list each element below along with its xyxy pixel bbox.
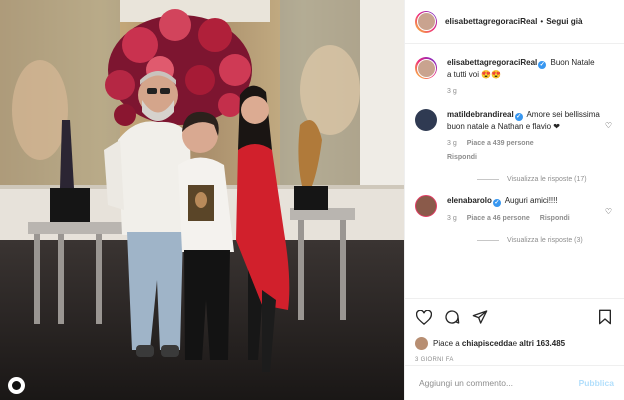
likes-others-count[interactable]: altri 163.485 xyxy=(519,339,565,348)
post-header: elisabettagregoraciReal • Segui già xyxy=(405,0,624,44)
following-button[interactable]: Segui già xyxy=(546,17,582,26)
post-photo[interactable] xyxy=(0,0,404,400)
comment-item: matildebrandireal ✓ Amore sei bellissima … xyxy=(405,97,624,163)
photo-scene xyxy=(0,0,404,400)
reply-button[interactable]: Rispondi xyxy=(540,213,570,224)
comment-username[interactable]: matildebrandireal xyxy=(447,110,514,119)
comment-text: Auguri amici!!!! xyxy=(504,196,558,205)
publish-button[interactable]: Pubblica xyxy=(579,378,614,388)
like-comment-heart-icon[interactable]: ♡ xyxy=(605,207,612,216)
like-comment-heart-icon[interactable]: ♡ xyxy=(605,121,612,130)
likes-middle: e xyxy=(512,339,518,348)
comment-input[interactable] xyxy=(419,378,579,388)
view-replies-button[interactable]: Visualizza le risposte (17) xyxy=(477,176,624,183)
reply-button[interactable]: Rispondi xyxy=(447,152,477,163)
verified-badge-icon: ✓ xyxy=(538,61,547,69)
comment-icon[interactable] xyxy=(443,308,461,326)
author-avatar[interactable] xyxy=(415,10,437,33)
tagged-people-icon[interactable] xyxy=(8,377,25,394)
likes-summary[interactable]: Piace a chiapiscedda e altri 163.485 xyxy=(415,337,614,350)
likes-prefix: Piace a xyxy=(433,339,460,348)
comment-time[interactable]: 3 g xyxy=(447,213,457,224)
comment-item: elenabarolo ✓ Auguri amici!!!! 3 g Piace … xyxy=(405,183,624,224)
comments-list[interactable]: elisabettagregoraciReal ✓ Buon Natale a t… xyxy=(405,45,624,298)
liker-username[interactable]: chiapiscedda xyxy=(462,339,513,348)
post-sidebar: elisabettagregoraciReal • Segui già elis… xyxy=(404,0,624,400)
comment-likes[interactable]: Piace a 46 persone xyxy=(467,213,530,224)
verified-badge-icon: ✓ xyxy=(492,199,501,207)
caption-time[interactable]: 3 g xyxy=(447,86,457,97)
caption-username[interactable]: elisabettagregoraciReal xyxy=(447,58,537,67)
author-username[interactable]: elisabettagregoraciReal xyxy=(445,17,537,26)
heart-icon[interactable] xyxy=(415,308,433,326)
view-replies-label: Visualizza le risposte (3) xyxy=(507,237,583,244)
separator-dot: • xyxy=(540,17,544,26)
liker-avatar[interactable] xyxy=(415,337,428,350)
bookmark-icon[interactable] xyxy=(596,308,614,326)
add-comment-bar: Pubblica xyxy=(405,365,624,400)
caption: elisabettagregoraciReal ✓ Buon Natale a t… xyxy=(405,45,624,97)
view-replies-button[interactable]: Visualizza le risposte (3) xyxy=(477,237,624,244)
comment-time[interactable]: 3 g xyxy=(447,138,457,149)
post-date[interactable]: 3 GIORNI FA xyxy=(415,357,614,363)
commenter-avatar[interactable] xyxy=(415,109,437,131)
comment-likes[interactable]: Piace a 439 persone xyxy=(467,138,534,149)
commenter-avatar[interactable] xyxy=(415,195,437,217)
comment-username[interactable]: elenabarolo xyxy=(447,196,492,205)
post-actions: Piace a chiapiscedda e altri 163.485 3 G… xyxy=(405,298,624,363)
share-icon[interactable] xyxy=(471,308,489,326)
caption-avatar[interactable] xyxy=(415,57,437,79)
view-replies-label: Visualizza le risposte (17) xyxy=(507,176,587,183)
verified-badge-icon: ✓ xyxy=(514,113,523,121)
